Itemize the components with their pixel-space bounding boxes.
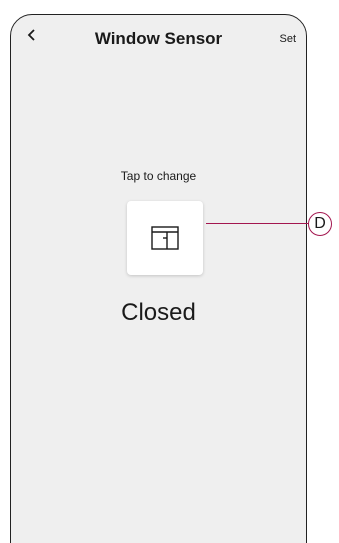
window-state-label: Closed bbox=[121, 299, 196, 326]
callout-line bbox=[206, 223, 310, 225]
phone-screen: Window Sensor Set Tap to change Closed bbox=[10, 14, 307, 543]
page-title: Window Sensor bbox=[94, 29, 223, 48]
set-button[interactable]: Set bbox=[279, 33, 296, 45]
window-state-tile[interactable] bbox=[127, 201, 203, 275]
callout-marker: D bbox=[308, 212, 332, 236]
page: Window Sensor Set Tap to change Closed D bbox=[0, 0, 339, 543]
tap-to-change-hint: Tap to change bbox=[120, 169, 197, 183]
window-closed-icon bbox=[151, 226, 179, 250]
